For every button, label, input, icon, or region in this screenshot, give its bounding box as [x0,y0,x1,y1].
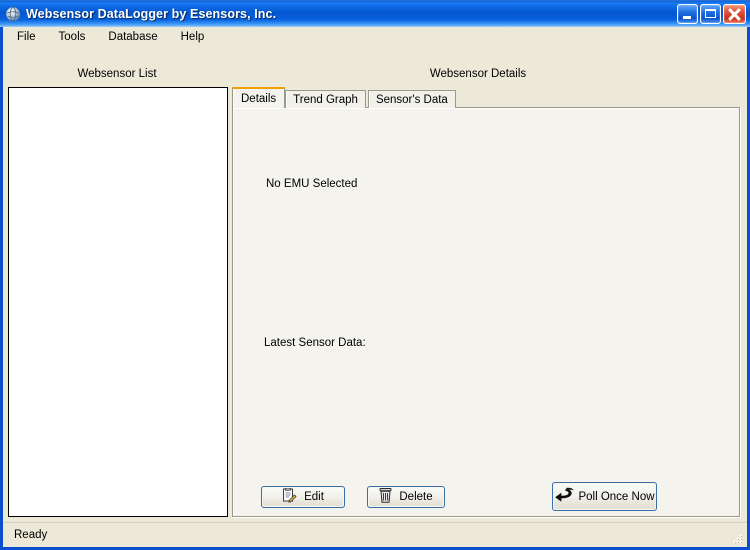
poll-once-now-label: Poll Once Now [578,490,655,503]
trash-can-icon [379,488,392,506]
resize-grip-icon[interactable] [732,533,744,545]
delete-button-label: Delete [399,491,433,503]
menu-item-help[interactable]: Help [181,29,216,45]
tab-trend-graph[interactable]: Trend Graph [285,90,366,108]
tab-strip: Details Trend Graph Sensor's Data [232,87,458,108]
no-emu-selected-text: No EMU Selected [266,178,358,190]
maximize-button[interactable] [700,4,721,24]
title-bar-left: Websensor DataLogger by Esensors, Inc. [0,6,677,22]
poll-once-now-button[interactable]: Poll Once Now [552,482,657,511]
websensor-details-heading: Websensor Details [429,68,527,80]
tab-panel-join [233,106,281,108]
poll-arrow-icon [554,485,576,508]
menu-bar: File Tools Database Help [3,27,747,47]
delete-button[interactable]: Delete [367,486,445,508]
details-tab-control: Details Trend Graph Sensor's Data No EMU… [232,87,740,517]
menu-item-file[interactable]: File [17,29,47,45]
minimize-icon [683,16,691,19]
menu-item-database[interactable]: Database [108,29,168,45]
client-area: Websensor List Websensor Details Details… [3,47,747,547]
edit-button-label: Edit [304,491,324,503]
websensor-list[interactable] [8,87,228,517]
edit-pencil-icon [282,487,297,506]
status-bar: Ready [3,522,747,547]
minimize-button[interactable] [677,4,698,24]
details-tab-panel: No EMU Selected Latest Sensor Data: Edit… [232,107,740,517]
application-window: Websensor DataLogger by Esensors, Inc. F… [0,0,750,550]
tab-details[interactable]: Details [232,87,286,108]
window-title: Websensor DataLogger by Esensors, Inc. [26,7,277,21]
menu-item-tools[interactable]: Tools [59,29,97,45]
latest-sensor-data-label: Latest Sensor Data: [264,337,366,349]
title-bar[interactable]: Websensor DataLogger by Esensors, Inc. [0,0,750,27]
tab-sensors-data[interactable]: Sensor's Data [367,90,456,108]
close-button[interactable] [723,4,746,24]
window-controls [677,4,750,24]
websensor-list-heading: Websensor List [77,68,157,80]
edit-button[interactable]: Edit [261,486,345,508]
status-text: Ready [14,529,48,541]
globe-icon [5,6,21,22]
maximize-icon [705,9,716,18]
